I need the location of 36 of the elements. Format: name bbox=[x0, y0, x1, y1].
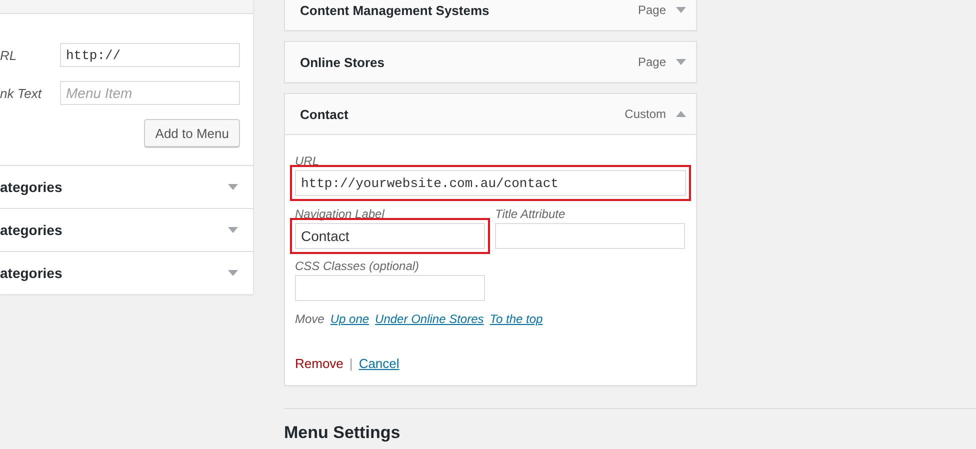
field-label: Navigation Label bbox=[295, 207, 386, 221]
section-heading: Menu Settings bbox=[284, 423, 402, 443]
navigation-label-input[interactable]: Contact bbox=[295, 223, 485, 249]
item-type-label: Custom bbox=[624, 107, 666, 121]
separator: | bbox=[349, 356, 353, 371]
field-label: Title Attribute bbox=[495, 207, 566, 221]
link-text-input[interactable]: Menu Item bbox=[60, 81, 240, 105]
move-link[interactable]: To the top bbox=[490, 312, 543, 326]
caret-icon bbox=[228, 270, 238, 276]
caret-icon bbox=[676, 7, 686, 13]
menu-item-header[interactable]: Content Management Systems Page bbox=[285, 0, 696, 30]
url-label: RL bbox=[0, 48, 17, 62]
add-to-menu-button[interactable]: Add to Menu bbox=[144, 119, 240, 147]
url-input[interactable]: http:// bbox=[60, 43, 240, 67]
move-label: Move bbox=[295, 312, 324, 326]
item-type-label: Page bbox=[638, 55, 666, 69]
caret-icon bbox=[676, 111, 686, 117]
item-type-label: Page bbox=[638, 3, 666, 17]
title-attribute-input[interactable] bbox=[495, 223, 685, 249]
field-label: CSS Classes (optional) bbox=[295, 259, 420, 273]
accordion-section[interactable]: ategories bbox=[0, 165, 253, 208]
caret-icon bbox=[676, 59, 686, 65]
menu-item-header[interactable]: Contact Custom bbox=[285, 94, 696, 135]
move-link[interactable]: Up one bbox=[330, 312, 370, 326]
remove-link[interactable]: Remove bbox=[295, 356, 344, 371]
move-link[interactable]: Under Online Stores bbox=[375, 312, 484, 326]
accordion-section[interactable]: ategories bbox=[0, 251, 253, 294]
accordion-section[interactable]: ategories bbox=[0, 208, 253, 251]
caret-icon bbox=[228, 184, 238, 190]
link-text-label: nk Text bbox=[0, 86, 42, 100]
css-classes-input[interactable] bbox=[295, 275, 485, 301]
caret-icon bbox=[228, 227, 238, 233]
url-input[interactable]: http://yourwebsite.com.au/contact bbox=[295, 170, 686, 196]
menu-item-header[interactable]: Online Stores Page bbox=[285, 42, 696, 82]
field-label: URL bbox=[295, 154, 320, 168]
cancel-link[interactable]: Cancel bbox=[358, 356, 400, 371]
